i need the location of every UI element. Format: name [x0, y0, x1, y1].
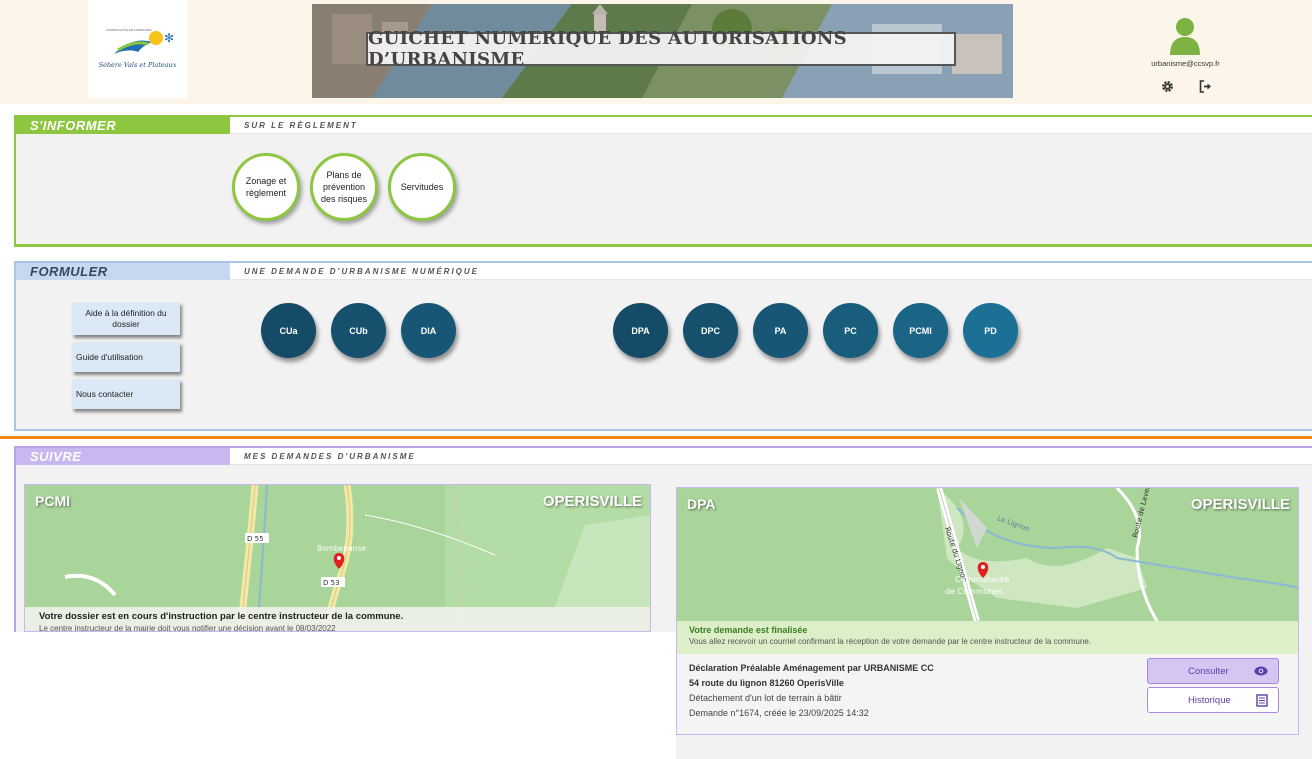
- pa-button[interactable]: PA: [753, 303, 808, 358]
- road-label: D 53: [323, 579, 340, 587]
- section-tab: SUIVRE: [16, 448, 230, 465]
- request-address: 54 route du lignon 81260 OperisVille: [689, 678, 844, 688]
- status-desc: Vous allez recevoir un courriel confirma…: [689, 637, 1091, 646]
- place-label: de Communes: [945, 587, 1003, 596]
- place-label: Bombepanse: [317, 544, 366, 553]
- section-subtitle: SUR LE RÈGLEMENT: [244, 121, 358, 130]
- servitudes-button[interactable]: Servitudes: [388, 153, 456, 221]
- request-reference: Demande n°1674, créée le 23/09/2025 14:3…: [689, 708, 869, 718]
- cua-button[interactable]: CUa: [261, 303, 316, 358]
- consulter-label: Consulter: [1188, 665, 1229, 677]
- section-informer: S'INFORMER SUR LE RÈGLEMENT Zonage et rè…: [14, 115, 1312, 247]
- status-band: Votre demande est finalisée Vous allez r…: [677, 621, 1298, 654]
- banner-title: GUICHET NUMERIQUE DES AUTORISATIONS D’UR…: [366, 28, 956, 70]
- pc-button[interactable]: PC: [823, 303, 878, 358]
- request-card-dpa[interactable]: Route du Lignon Route de Lavernède Le Li…: [676, 487, 1299, 735]
- user-icon[interactable]: [1168, 17, 1202, 55]
- historique-label: Historique: [1188, 694, 1231, 706]
- request-card-pcmi[interactable]: D 55 D 53 Bombepanse PCMI OPERISVILLE Vo…: [24, 484, 651, 632]
- request-city: OPERISVILLE: [1190, 496, 1290, 513]
- user-email: urbanisme@ccsvp.fr: [1151, 59, 1220, 68]
- section-header: S'INFORMER SUR LE RÈGLEMENT: [16, 117, 1312, 134]
- request-type: PCMI: [35, 493, 70, 509]
- section-subtitle: UNE DEMANDE D'URBANISME NUMÉRIQUE: [244, 267, 480, 276]
- logo-subtitle: Sébère Vals et Plateaux: [98, 61, 177, 69]
- logo-mark-icon: ✻: [114, 31, 174, 54]
- road-label: D 55: [247, 535, 264, 543]
- banner: GUICHET NUMERIQUE DES AUTORISATIONS D’UR…: [312, 4, 1013, 98]
- section-subtitle: MES DEMANDES D'URBANISME: [244, 452, 416, 461]
- svg-text:✻: ✻: [164, 31, 174, 45]
- section-header: SUIVRE MES DEMANDES D'URBANISME: [16, 448, 1312, 465]
- section-tab: S'INFORMER: [16, 117, 230, 134]
- dpc-button[interactable]: DPC: [683, 303, 738, 358]
- guide-utilisation-button[interactable]: Guide d'utilisation: [72, 342, 180, 372]
- request-title: Déclaration Préalable Aménagement par UR…: [689, 663, 934, 673]
- cub-button[interactable]: CUb: [331, 303, 386, 358]
- dia-button[interactable]: DIA: [401, 303, 456, 358]
- section-tab: FORMULER: [16, 263, 230, 280]
- status-band: Votre dossier est en cours d'instruction…: [25, 607, 650, 632]
- section-header: FORMULER UNE DEMANDE D'URBANISME NUMÉRIQ…: [16, 263, 1312, 280]
- status-title: Votre demande est finalisée: [689, 625, 808, 635]
- nous-contacter-button[interactable]: Nous contacter: [72, 379, 180, 409]
- request-type: DPA: [687, 496, 716, 512]
- logo[interactable]: COMMUNAUTÉ DE COMMUNES ✻ Sébère Vals et …: [88, 0, 187, 98]
- historique-button[interactable]: Historique: [1147, 687, 1279, 713]
- request-city: OPERISVILLE: [542, 493, 642, 510]
- status-title: Votre dossier est en cours d'instruction…: [39, 611, 404, 622]
- zonage-reglement-button[interactable]: Zonage et règlement: [232, 153, 300, 221]
- eye-icon: [1254, 666, 1268, 676]
- pcmi-button[interactable]: PCMI: [893, 303, 948, 358]
- plans-prevention-risques-button[interactable]: Plans de prévention des risques: [310, 153, 378, 221]
- history-icon: [1256, 694, 1268, 707]
- dpa-button[interactable]: DPA: [613, 303, 668, 358]
- aide-definition-dossier-button[interactable]: Aide à la définition du dossier: [72, 302, 180, 335]
- blank-area: [14, 632, 676, 759]
- section-formuler: FORMULER UNE DEMANDE D'URBANISME NUMÉRIQ…: [14, 261, 1312, 431]
- consulter-button[interactable]: Consulter: [1147, 658, 1279, 684]
- status-desc: Le centre instructeur de la mairie doit …: [39, 624, 336, 632]
- request-description: Détachement d'un lot de terrain à bâtir: [689, 693, 842, 703]
- request-details: Déclaration Préalable Aménagement par UR…: [689, 661, 934, 721]
- logout-icon[interactable]: [1199, 80, 1213, 93]
- header: COMMUNAUTÉ DE COMMUNES ✻ Sébère Vals et …: [0, 0, 1312, 104]
- pd-button[interactable]: PD: [963, 303, 1018, 358]
- gear-icon[interactable]: [1161, 80, 1174, 93]
- divider-line: [0, 436, 1312, 439]
